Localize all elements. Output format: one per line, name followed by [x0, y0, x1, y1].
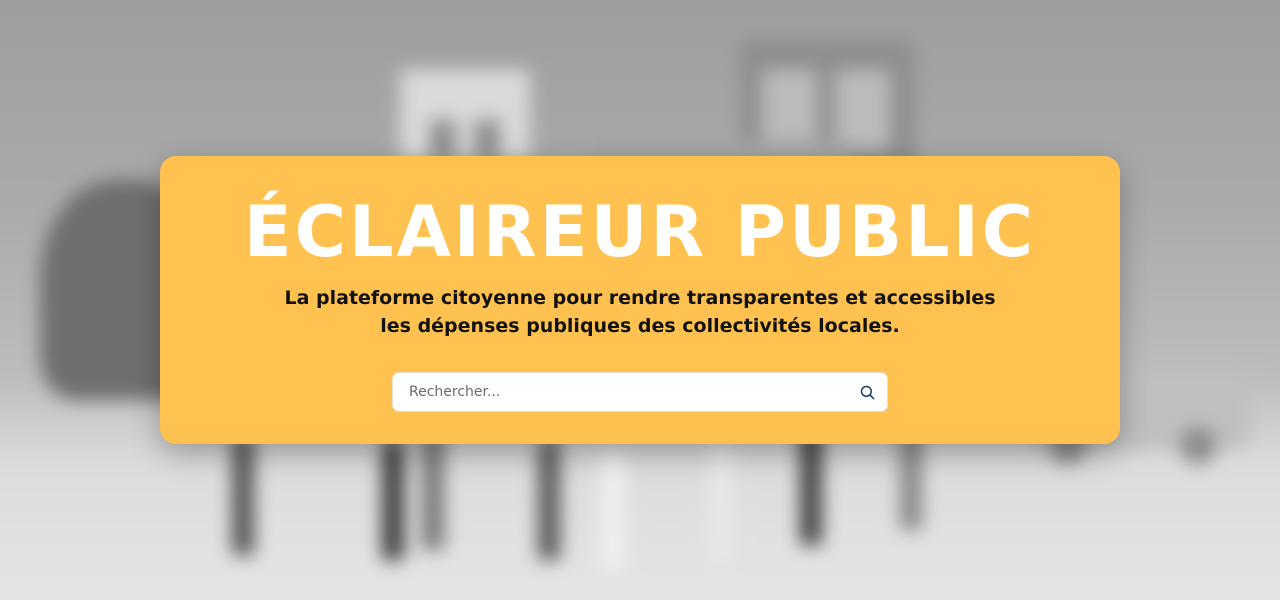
site-tagline: La plateforme citoyenne pour rendre tran…	[284, 287, 996, 337]
search-bar	[392, 372, 888, 412]
hero-panel: ÉCLAIREUR PUBLIC La plateforme citoyenne…	[160, 156, 1120, 444]
search-input[interactable]	[393, 373, 847, 411]
search-button[interactable]	[847, 373, 887, 411]
search-icon	[860, 385, 874, 399]
hero-section: ÉCLAIREUR PUBLIC La plateforme citoyenne…	[0, 0, 1280, 600]
site-title: ÉCLAIREUR PUBLIC	[243, 191, 1037, 273]
